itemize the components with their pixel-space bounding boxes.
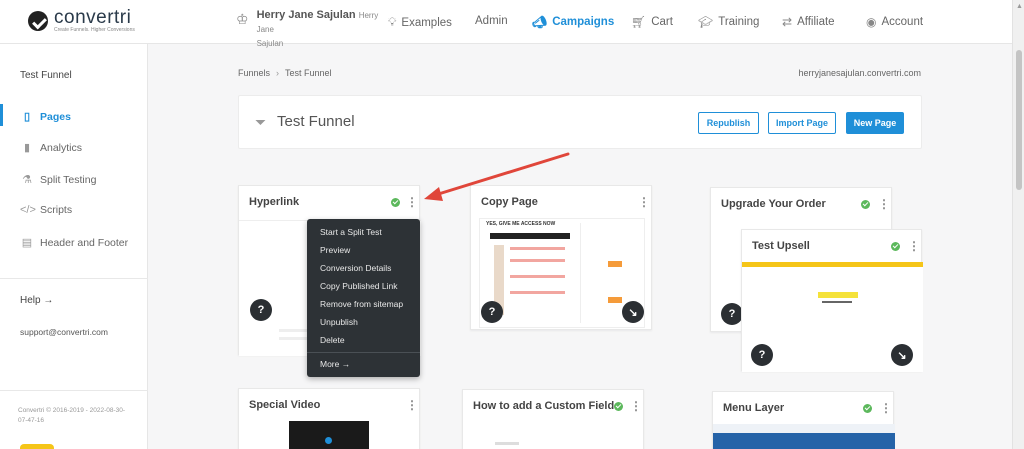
scrollbar-thumb[interactable]	[1016, 50, 1022, 190]
scroll-up-icon[interactable]: ▲	[1016, 3, 1023, 10]
page-scrollbar[interactable]: ▲	[1012, 0, 1024, 449]
annotation-arrow	[424, 152, 570, 201]
